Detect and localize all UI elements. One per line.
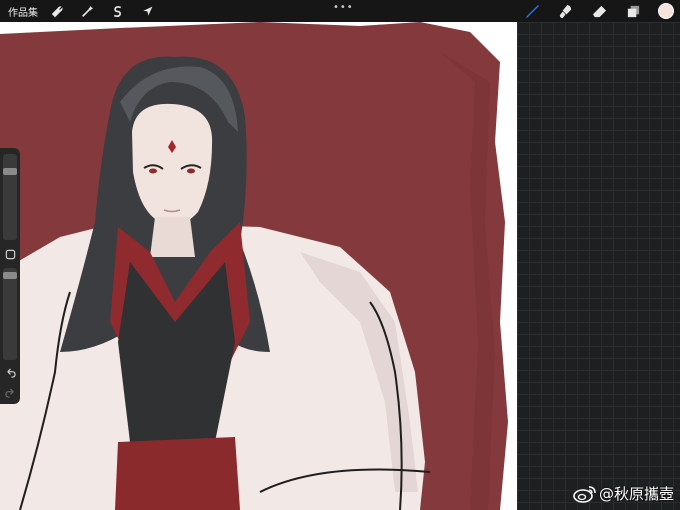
selection-s-icon [113,5,121,17]
color-picker-button[interactable] [658,3,674,19]
artwork-illustration [0,22,508,510]
selection-button[interactable] [108,2,126,20]
arrow-cursor-icon [142,6,152,16]
actions-button[interactable] [48,2,66,20]
smudge-icon [559,4,571,18]
opacity-slider[interactable] [3,268,17,360]
brush-size-slider[interactable] [3,154,17,240]
smudge-tool-button[interactable] [556,2,574,20]
left-sidebar [0,148,20,404]
opacity-thumb[interactable] [3,272,17,279]
adjustments-button[interactable] [78,2,96,20]
gallery-button[interactable]: 作品集 [8,4,38,19]
tool-selector [506,2,674,20]
brush-icon [525,4,539,18]
right-empty-panel [517,22,680,510]
top-toolbar: 作品集 ••• [0,0,680,22]
layers-icon [627,5,639,17]
wrench-icon [51,5,63,17]
square-icon [5,249,15,259]
watermark: @秋原攜壺 [573,483,674,504]
eraser-icon [592,5,606,17]
undo-arrow-icon [6,367,16,378]
weibo-icon [573,485,596,503]
brush-size-thumb[interactable] [3,168,17,175]
magic-wand-icon [81,5,93,17]
modify-button[interactable] [3,247,17,261]
eraser-tool-button[interactable] [590,2,608,20]
redo-button[interactable] [3,386,17,400]
brush-tool-button[interactable] [522,2,540,20]
transform-button[interactable] [138,2,156,20]
more-options-button[interactable]: ••• [333,2,354,13]
watermark-text: @秋原攜壺 [598,485,674,503]
redo-arrow-icon [4,387,14,398]
undo-button[interactable] [3,366,17,380]
drawing-canvas[interactable] [0,22,517,510]
layers-button[interactable] [624,2,642,20]
